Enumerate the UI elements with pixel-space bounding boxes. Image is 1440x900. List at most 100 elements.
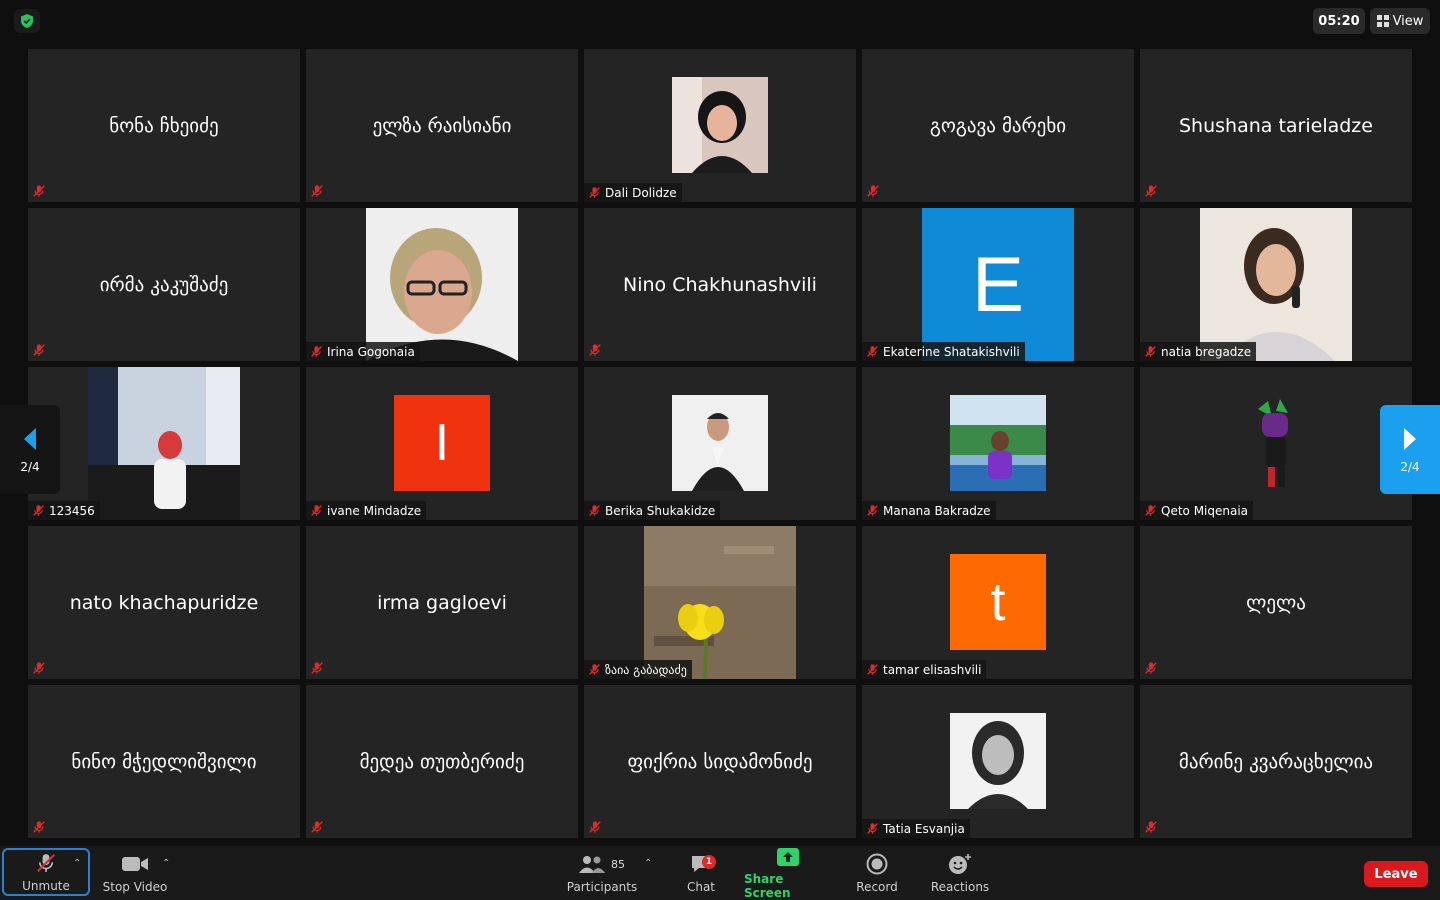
smiley-icon <box>949 854 971 874</box>
participant-name: Shushana tarieladze <box>1179 114 1373 137</box>
muted-mic-icon <box>1144 820 1158 834</box>
participant-tile[interactable]: 123456 <box>28 367 300 520</box>
participant-photo <box>950 395 1046 491</box>
share-screen-label: Share Screen <box>744 872 791 900</box>
participants-button[interactable]: 85 Participants <box>566 846 638 900</box>
participant-tile[interactable]: irma gagloevi <box>306 526 578 679</box>
participant-tile[interactable]: ელზა რაისიანი <box>306 49 578 202</box>
participant-name: Nino Chakhunashvili <box>623 273 817 296</box>
participant-avatar-image <box>1228 395 1324 491</box>
participant-tile[interactable]: Irina Gogonaia <box>306 208 578 361</box>
muted-mic-icon <box>1144 184 1158 198</box>
muted-mic-icon <box>310 820 324 834</box>
participant-tile[interactable]: მედეა თუთბერიძე <box>306 685 578 838</box>
meeting-toolbar: Unmute ⌃ Stop Video ⌃ 85 Participants ⌃ … <box>0 846 1440 900</box>
participant-name: ლელა <box>1246 591 1306 614</box>
record-button[interactable]: Record <box>852 846 902 900</box>
participant-name: Berika Shukakidze <box>605 503 716 518</box>
participant-name: ზაია გაბადაძე <box>605 662 687 677</box>
muted-mic-icon <box>866 184 880 198</box>
muted-mic-icon <box>866 822 879 835</box>
participant-name: irma gagloevi <box>377 591 507 614</box>
next-page-button[interactable]: 2/4 <box>1380 405 1440 494</box>
participant-name: ელზა რაისიანი <box>372 114 512 137</box>
muted-mic-icon <box>866 345 879 358</box>
security-shield-icon[interactable] <box>14 9 40 33</box>
participants-icon <box>579 856 605 873</box>
muted-mic-icon <box>866 504 879 517</box>
participant-name-bar: ivane Mindadze <box>306 501 427 520</box>
participant-name: გოგავა მარეხი <box>929 114 1067 137</box>
muted-mic-icon <box>32 184 46 198</box>
participant-tile[interactable]: Nino Chakhunashvili <box>584 208 856 361</box>
participant-name-bar: 123456 <box>28 501 100 520</box>
leave-button[interactable]: Leave <box>1364 861 1428 887</box>
participant-name: 123456 <box>49 503 95 518</box>
participant-tile[interactable]: nato khachapuridze <box>28 526 300 679</box>
page-indicator: 2/4 <box>1400 459 1420 474</box>
muted-mic-icon <box>310 661 324 675</box>
participant-tile[interactable]: ნინო მჭედლიშვილი <box>28 685 300 838</box>
participant-photo <box>950 713 1046 809</box>
participant-tile[interactable]: Dali Dolidze <box>584 49 856 202</box>
chevron-left-icon <box>24 427 36 450</box>
muted-mic-icon <box>310 184 324 198</box>
video-options-chevron-up-icon[interactable]: ⌃ <box>162 858 170 869</box>
participant-tile[interactable]: Tatia Esvanjia <box>862 685 1134 838</box>
top-bar: 05:20 View <box>0 0 1440 42</box>
chat-button[interactable]: 1 Chat <box>676 846 726 900</box>
participants-count: 85 <box>611 857 625 871</box>
participant-tile[interactable]: Shushana tarieladze <box>1140 49 1412 202</box>
participants-options-chevron-up-icon[interactable]: ⌃ <box>644 858 652 869</box>
muted-mic-icon <box>310 345 323 358</box>
participant-tile[interactable]: ნონა ჩხეიძე <box>28 49 300 202</box>
avatar: I <box>394 395 490 491</box>
participant-video <box>1200 208 1352 361</box>
share-screen-button[interactable]: Share Screen <box>744 846 832 900</box>
stop-video-button[interactable]: Stop Video <box>100 846 170 900</box>
participants-label: Participants <box>566 880 638 894</box>
participant-tile[interactable]: natia bregadze <box>1140 208 1412 361</box>
participant-tile[interactable]: E Ekaterine Shatakishvili <box>862 208 1134 361</box>
meeting-timer: 05:20 <box>1313 8 1365 34</box>
participant-name: Irina Gogonaia <box>327 344 415 359</box>
participant-tile[interactable]: I ivane Mindadze <box>306 367 578 520</box>
chat-label: Chat <box>686 880 716 894</box>
participant-name-bar: Qeto Miqenaia <box>1140 501 1254 520</box>
participant-name: Dali Dolidze <box>605 185 677 200</box>
participant-tile[interactable]: ირმა კაკუშაძე <box>28 208 300 361</box>
participant-name: ნინო მჭედლიშვილი <box>71 750 257 773</box>
audio-options-chevron-up-icon[interactable]: ⌃ <box>73 858 81 869</box>
participant-gallery: ნონა ჩხეიძე ელზა რაისიანი Dali Dolidze გ… <box>28 49 1412 838</box>
share-screen-icon <box>777 848 799 866</box>
muted-mic-icon <box>32 343 46 357</box>
participant-tile[interactable]: ფიქრია სიდამონიძე <box>584 685 856 838</box>
participant-tile[interactable]: Berika Shukakidze <box>584 367 856 520</box>
avatar: t <box>950 554 1046 650</box>
participant-tile[interactable]: ლელა <box>1140 526 1412 679</box>
view-button[interactable]: View <box>1370 8 1430 34</box>
video-camera-icon <box>122 857 148 871</box>
participant-photo <box>672 395 768 491</box>
reactions-label: Reactions <box>930 880 990 894</box>
muted-mic-icon <box>588 343 602 357</box>
participant-tile[interactable]: ზაია გაბადაძე <box>584 526 856 679</box>
reactions-button[interactable]: Reactions <box>928 846 992 900</box>
muted-mic-icon <box>32 661 46 675</box>
participant-tile[interactable]: Manana Bakradze <box>862 367 1134 520</box>
participant-tile[interactable]: t tamar elisashvili <box>862 526 1134 679</box>
previous-page-button[interactable]: 2/4 <box>0 405 60 494</box>
participant-tile[interactable]: გოგავა მარეხი <box>862 49 1134 202</box>
participant-name-bar: Manana Bakradze <box>862 501 996 520</box>
participant-tile[interactable]: Qeto Miqenaia <box>1140 367 1412 520</box>
participant-name: მარინე კვარაცხელია <box>1178 750 1374 773</box>
muted-mic-icon <box>588 663 601 676</box>
avatar: E <box>922 208 1074 361</box>
microphone-muted-icon <box>37 854 55 872</box>
muted-mic-icon <box>32 504 45 517</box>
participant-name: ivane Mindadze <box>327 503 422 518</box>
muted-mic-icon <box>1144 504 1157 517</box>
unmute-button[interactable]: Unmute <box>2 848 90 896</box>
participant-tile[interactable]: მარინე კვარაცხელია <box>1140 685 1412 838</box>
participant-name-bar: Irina Gogonaia <box>306 342 420 361</box>
